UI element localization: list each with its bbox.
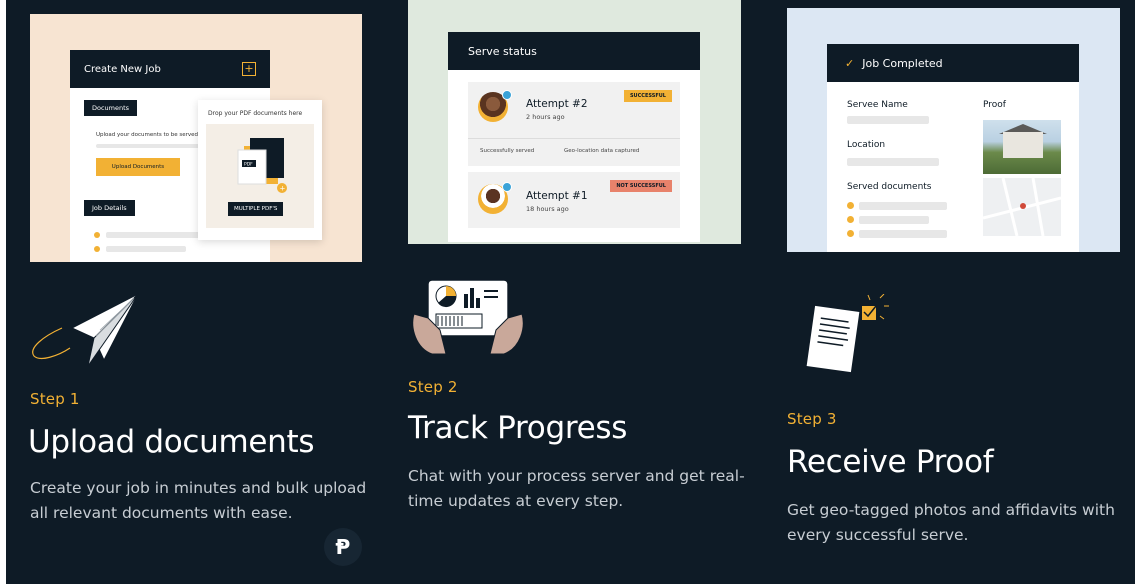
step-3-description: Get geo-tagged photos and affidavits wit…	[787, 498, 1133, 548]
svg-text:PDF: PDF	[244, 162, 253, 168]
serve-status-panel: Serve status Attempt #2 2 hours ago SUCC…	[448, 32, 700, 242]
check-icon: ✓	[845, 56, 855, 70]
step-2-label: Step 2	[408, 378, 458, 396]
upload-hint: Upload your documents to be served	[96, 132, 199, 138]
servee-name-label: Servee Name	[847, 100, 908, 110]
verified-icon	[502, 182, 512, 192]
location-label: Location	[847, 140, 886, 150]
proof-mockup-card: ✓ Job Completed Servee Name Proof Locati…	[787, 8, 1120, 252]
proof-label: Proof	[983, 100, 1006, 110]
multiple-pdfs-tag: MULTIPLE PDF'S	[228, 202, 284, 216]
placeholder-bar	[847, 158, 939, 166]
attempt-title: Attempt #2	[526, 98, 588, 110]
status-badge: NOT SUCCESSFUL	[610, 180, 672, 192]
create-job-header: Create New Job +	[70, 50, 270, 88]
bullet-dot	[94, 246, 100, 252]
geo-location-check: Geo-location data captured	[564, 148, 640, 154]
map-pin-icon	[982, 177, 1062, 237]
placeholder-bar	[859, 202, 947, 210]
pdf-drop-zone: Drop your PDF documents here PDF + MULTI…	[198, 100, 322, 240]
attempt-time: 18 hours ago	[526, 205, 569, 213]
attempt-card: Attempt #1 18 hours ago NOT SUCCESSFUL	[468, 172, 680, 228]
divider	[468, 138, 680, 139]
upload-documents-button: Upload Documents	[96, 158, 180, 176]
step-1-description-line: all relevant documents with ease.	[30, 504, 293, 522]
successfully-served-check: Successfully served	[480, 148, 535, 154]
bullet-dot	[847, 230, 854, 237]
document-checklist-icon	[805, 294, 889, 374]
step-1-label: Step 1	[30, 390, 80, 408]
attempt-time: 2 hours ago	[526, 113, 565, 121]
how-it-works-section: Create New Job + Documents Upload your d…	[6, 0, 1135, 584]
bullet-dot	[847, 202, 854, 209]
tablet-chart-icon	[412, 279, 524, 355]
step-3-title: Receive Proof	[787, 444, 994, 480]
step-2-description-line: time updates at every step.	[408, 492, 624, 510]
svg-text:+: +	[280, 185, 286, 193]
verified-icon	[502, 90, 512, 100]
brand-logo-icon[interactable]: Ᵽ	[324, 528, 362, 566]
track-mockup-card: Serve status Attempt #2 2 hours ago SUCC…	[408, 0, 741, 244]
placeholder-bar	[847, 116, 929, 124]
upload-mockup-card: Create New Job + Documents Upload your d…	[30, 14, 362, 262]
job-completed-title: Job Completed	[862, 56, 943, 70]
paper-plane-icon	[32, 292, 140, 367]
step-3-description-line: every successful serve.	[787, 526, 969, 544]
add-icon: +	[242, 62, 256, 76]
house-photo	[983, 120, 1061, 174]
drop-title: Drop your PDF documents here	[208, 110, 303, 117]
create-job-title: Create New Job	[84, 63, 161, 75]
step-2-description-line: Chat with your process server and get re…	[408, 467, 745, 485]
attempt-title: Attempt #1	[526, 190, 588, 202]
placeholder-bar	[106, 232, 206, 238]
location-map	[982, 177, 1062, 237]
serve-status-header: Serve status	[448, 32, 700, 70]
step-1-title: Upload documents	[28, 424, 315, 460]
attempt-card: Attempt #2 2 hours ago SUCCESSFUL Succes…	[468, 82, 680, 166]
served-documents-label: Served documents	[847, 182, 932, 192]
job-details-tag: Job Details	[84, 200, 135, 216]
documents-tag: Documents	[84, 100, 138, 116]
job-completed-panel: ✓ Job Completed Servee Name Proof Locati…	[827, 44, 1079, 252]
step-1-description: Create your job in minutes and bulk uplo…	[30, 476, 370, 526]
status-badge: SUCCESSFUL	[623, 90, 672, 102]
step-2-description: Chat with your process server and get re…	[408, 464, 768, 514]
step-3-description-line: Get geo-tagged photos and affidavits wit…	[787, 501, 1115, 519]
placeholder-bar	[106, 246, 186, 252]
step-3-label: Step 3	[787, 410, 837, 428]
progress-bar	[96, 144, 206, 148]
placeholder-bar	[859, 230, 947, 238]
bullet-dot	[847, 216, 854, 223]
step-2-title: Track Progress	[408, 410, 628, 446]
job-completed-header: ✓ Job Completed	[827, 44, 1079, 82]
bullet-dot	[94, 232, 100, 238]
house-body	[1003, 132, 1043, 158]
placeholder-bar	[859, 216, 929, 224]
step-1-description-line: Create your job in minutes and bulk uplo…	[30, 479, 367, 497]
